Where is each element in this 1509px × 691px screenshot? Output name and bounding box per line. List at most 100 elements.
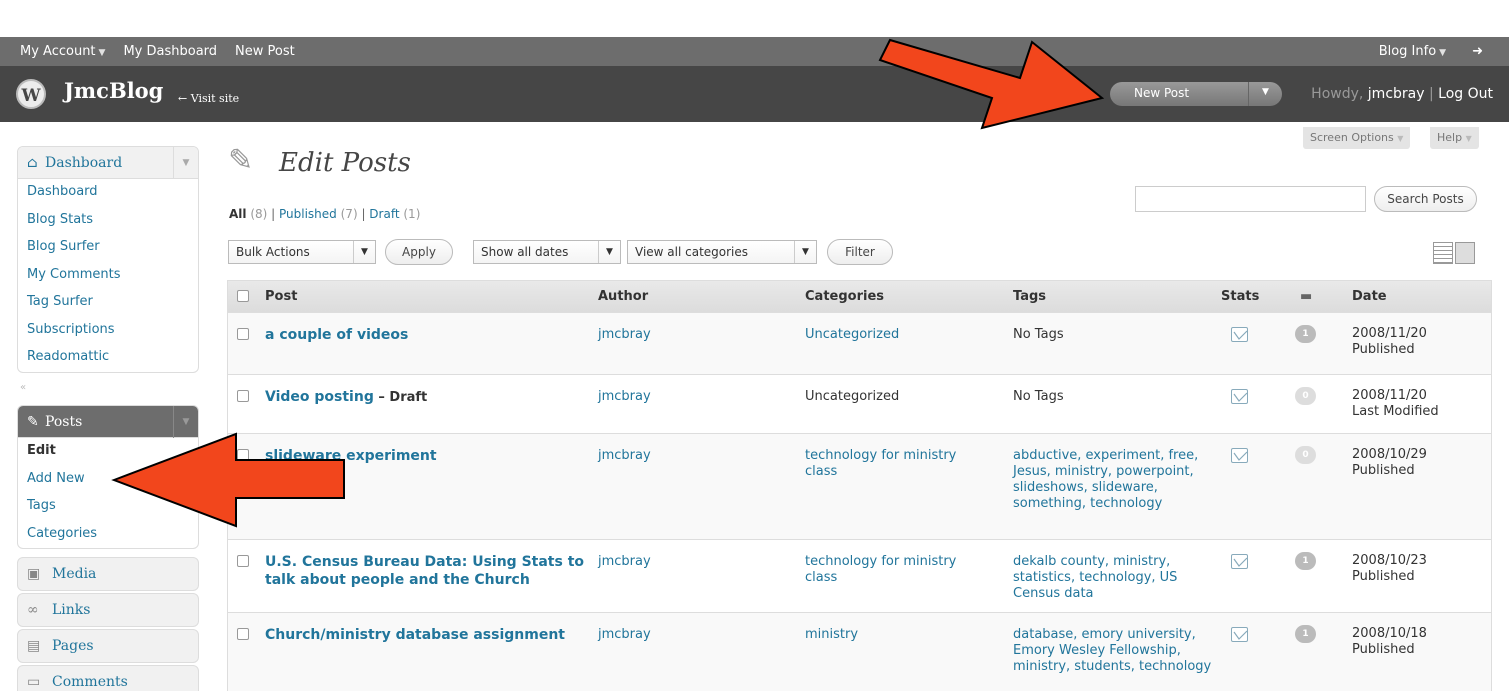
annotation-arrow-left: [111, 432, 345, 528]
post-author[interactable]: jmcbray: [598, 627, 651, 642]
collapse-menu-button[interactable]: «: [20, 382, 26, 393]
table-row: a couple of videos jmcbray Uncategorized…: [228, 313, 1491, 375]
post-date-value: 2008/10/23: [1352, 553, 1427, 568]
sidebar-item-subscriptions[interactable]: Subscriptions: [18, 317, 198, 345]
logout-link[interactable]: Log Out: [1438, 86, 1493, 102]
bulk-actions-select[interactable]: Bulk Actions ▼: [228, 240, 376, 264]
post-title-link[interactable]: Video posting – Draft: [265, 388, 595, 407]
comment-count-bubble[interactable]: 0: [1295, 387, 1316, 405]
post-author[interactable]: jmcbray: [598, 554, 651, 569]
chevron-down-icon: ▼: [1465, 134, 1472, 143]
sidebar-item-blog-stats[interactable]: Blog Stats: [18, 207, 198, 235]
comment-count-bubble[interactable]: 1: [1295, 625, 1316, 643]
post-tags: No Tags: [1013, 389, 1064, 404]
posts-menu-title: Posts: [45, 414, 83, 430]
sidebar-item-pages[interactable]: ▤ Pages: [17, 629, 199, 663]
post-tags[interactable]: database, emory university, Emory Wesley…: [1013, 627, 1213, 675]
post-title-link[interactable]: a couple of videos: [265, 326, 595, 345]
username-link[interactable]: jmcbray: [1368, 86, 1425, 102]
post-author[interactable]: jmcbray: [598, 327, 651, 342]
my-dashboard-link[interactable]: My Dashboard: [123, 44, 217, 59]
table-row: slideware experiment jmcbray technology …: [228, 434, 1491, 540]
screen: My Account ▼ My Dashboard New Post Blog I…: [0, 0, 1509, 691]
column-author: Author: [598, 289, 649, 304]
filter-published[interactable]: Published: [279, 207, 337, 221]
stats-icon[interactable]: [1231, 327, 1248, 342]
post-author[interactable]: jmcbray: [598, 389, 651, 404]
admin-sidebar: ⌂ Dashboard ▼ Dashboard Blog Stats Blog …: [0, 122, 210, 691]
help-label: Help: [1437, 131, 1463, 144]
dates-select[interactable]: Show all dates ▼: [473, 240, 621, 264]
chevron-down-icon: ▼: [598, 241, 620, 263]
comment-count-bubble[interactable]: 0: [1295, 446, 1316, 464]
select-all-checkbox[interactable]: [237, 290, 249, 302]
posts-table: Post Author Categories Tags Stats ▬ Date…: [227, 280, 1492, 691]
sidebar-item-media[interactable]: ▣ Media: [17, 557, 199, 591]
excerpt-view-icon[interactable]: [1455, 242, 1475, 264]
sidebar-item-dashboard[interactable]: Dashboard: [18, 179, 198, 207]
post-author[interactable]: jmcbray: [598, 448, 651, 463]
chevron-down-icon[interactable]: ▼: [1262, 87, 1269, 97]
blog-info-menu[interactable]: Blog Info ▼: [1379, 44, 1446, 59]
favorite-actions-button[interactable]: New Post ▼: [1110, 82, 1282, 106]
column-categories: Categories: [805, 289, 885, 304]
comments-icon: ▭: [27, 674, 41, 690]
post-date-value: 2008/11/20: [1352, 326, 1427, 341]
post-title: a couple of videos: [265, 327, 409, 343]
post-title: Video posting: [265, 389, 374, 405]
table-row: Video posting – Draft jmcbray Uncategori…: [228, 375, 1491, 434]
comment-count-bubble[interactable]: 1: [1295, 325, 1316, 343]
row-checkbox[interactable]: [237, 328, 249, 340]
stats-icon[interactable]: [1231, 627, 1248, 642]
page-title: Edit Posts: [279, 148, 411, 178]
help-button[interactable]: Help ▼: [1430, 127, 1479, 149]
post-categories[interactable]: technology for ministry class: [805, 554, 985, 586]
chevron-down-icon: ▼: [1397, 134, 1404, 143]
sidebar-item-blog-surfer[interactable]: Blog Surfer: [18, 234, 198, 262]
sidebar-item-links[interactable]: ∞ Links: [17, 593, 199, 627]
divider: [1248, 82, 1249, 106]
forward-arrow-icon[interactable]: ➜: [1472, 44, 1483, 59]
new-post-link[interactable]: New Post: [235, 44, 295, 59]
row-checkbox[interactable]: [237, 628, 249, 640]
stats-icon[interactable]: [1231, 448, 1248, 463]
categories-select[interactable]: View all categories ▼: [627, 240, 817, 264]
post-tags[interactable]: dekalb county, ministry, statistics, tec…: [1013, 554, 1213, 602]
post-title-link[interactable]: Church/ministry database assignment: [265, 626, 595, 645]
blog-info-label: Blog Info: [1378, 44, 1437, 59]
sidebar-item-my-comments[interactable]: My Comments: [18, 262, 198, 290]
post-categories[interactable]: technology for ministry class: [805, 448, 985, 480]
row-checkbox[interactable]: [237, 555, 249, 567]
row-checkbox[interactable]: [237, 390, 249, 402]
filter-draft[interactable]: Draft: [369, 207, 399, 221]
stats-icon[interactable]: [1231, 554, 1248, 569]
post-title-link[interactable]: U.S. Census Bureau Data: Using Stats to …: [265, 553, 595, 590]
column-date[interactable]: Date: [1352, 289, 1387, 304]
blog-name[interactable]: JmcBlog: [64, 78, 163, 103]
column-post[interactable]: Post: [265, 289, 297, 304]
apply-button[interactable]: Apply: [385, 239, 453, 265]
sidebar-item-readomattic[interactable]: Readomattic: [18, 344, 198, 372]
sidebar-item-comments[interactable]: ▭ Comments: [17, 665, 199, 691]
post-tags[interactable]: abductive, experiment, free, Jesus, mini…: [1013, 448, 1213, 512]
stats-icon[interactable]: [1231, 389, 1248, 404]
dashboard-menu-header[interactable]: ⌂ Dashboard ▼: [18, 147, 198, 179]
dates-value: Show all dates: [481, 245, 569, 259]
my-account-menu[interactable]: My Account ▼: [20, 44, 105, 59]
filter-button[interactable]: Filter: [827, 239, 893, 265]
list-view-icon[interactable]: [1433, 242, 1453, 264]
chevron-down-icon[interactable]: ▼: [173, 147, 198, 179]
post-categories[interactable]: ministry: [805, 627, 985, 643]
post-categories[interactable]: Uncategorized: [805, 327, 985, 343]
filter-all[interactable]: All: [229, 207, 247, 221]
new-post-button[interactable]: New Post: [1134, 86, 1189, 100]
separator: |: [1424, 86, 1439, 102]
search-posts-button[interactable]: Search Posts: [1374, 186, 1477, 212]
visit-site-link[interactable]: ← Visit site: [178, 92, 239, 105]
dashboard-menu: ⌂ Dashboard ▼ Dashboard Blog Stats Blog …: [17, 146, 199, 373]
search-input[interactable]: [1135, 186, 1366, 212]
bulk-actions-value: Bulk Actions: [236, 245, 310, 259]
sidebar-item-tag-surfer[interactable]: Tag Surfer: [18, 289, 198, 317]
screen-options-button[interactable]: Screen Options ▼: [1303, 127, 1411, 149]
comment-count-bubble[interactable]: 1: [1295, 552, 1316, 570]
